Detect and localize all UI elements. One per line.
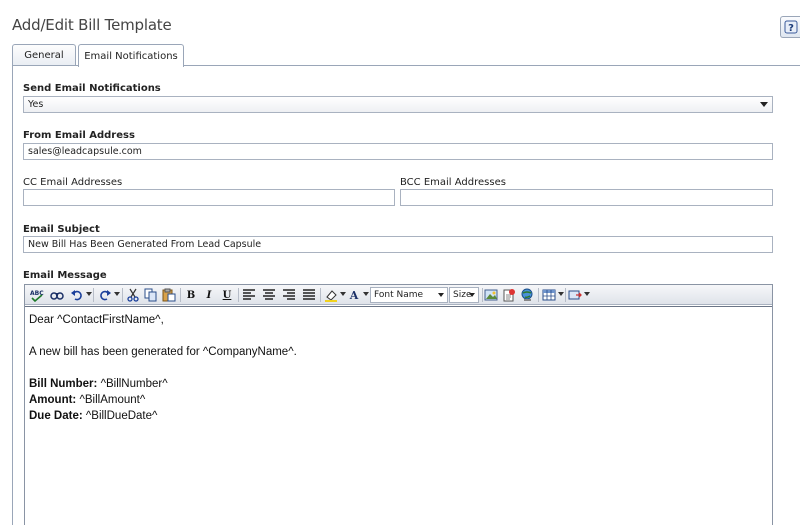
help-question-icon: ? bbox=[784, 20, 797, 34]
page-title: Add/Edit Bill Template bbox=[12, 16, 172, 34]
undo-icon[interactable] bbox=[69, 287, 85, 303]
amount-line: Amount: ^BillAmount^ bbox=[29, 392, 768, 408]
from-email-field[interactable]: sales@leadcapsule.com bbox=[23, 143, 773, 160]
align-right-icon[interactable] bbox=[281, 287, 297, 303]
justify-icon[interactable] bbox=[301, 287, 317, 303]
send-notifications-label: Send Email Notifications bbox=[23, 83, 161, 94]
send-notifications-select[interactable]: Yes bbox=[23, 96, 773, 113]
editor-toolbar: ABC B I U A Font Name Size bbox=[25, 285, 772, 305]
toolbar-separator bbox=[122, 288, 123, 302]
redo-icon[interactable] bbox=[97, 287, 113, 303]
table-dropdown-icon[interactable] bbox=[558, 292, 564, 296]
bcc-email-field[interactable] bbox=[400, 189, 773, 206]
font-size-select[interactable]: Size bbox=[449, 287, 479, 303]
bold-icon[interactable]: B bbox=[183, 287, 199, 303]
rich-text-editor: ABC B I U A Font Name Size Dear ^Contact… bbox=[24, 284, 773, 525]
spellcheck-icon[interactable]: ABC bbox=[29, 287, 45, 303]
bcc-email-label: BCC Email Addresses bbox=[400, 177, 506, 188]
cc-email-field[interactable] bbox=[23, 189, 395, 206]
find-replace-icon[interactable] bbox=[49, 287, 65, 303]
font-color-icon[interactable]: A bbox=[346, 287, 362, 303]
editor-content-area[interactable]: Dear ^ContactFirstName^, A new bill has … bbox=[25, 306, 772, 525]
svg-text:?: ? bbox=[788, 23, 794, 34]
due-date-label: Due Date: bbox=[29, 410, 83, 422]
image-manager-icon[interactable] bbox=[483, 287, 499, 303]
chevron-down-icon bbox=[438, 293, 444, 297]
help-button[interactable]: ? bbox=[780, 16, 800, 38]
due-date-line: Due Date: ^BillDueDate^ bbox=[29, 408, 768, 424]
paste-icon[interactable] bbox=[161, 287, 177, 303]
chevron-down-icon bbox=[760, 102, 768, 107]
font-name-value: Font Name bbox=[374, 290, 424, 300]
send-notifications-value: Yes bbox=[28, 99, 44, 110]
message-label: Email Message bbox=[23, 270, 107, 281]
toolbar-separator bbox=[180, 288, 181, 302]
bill-number-value: ^BillNumber^ bbox=[97, 378, 168, 390]
document-manager-icon[interactable] bbox=[501, 287, 517, 303]
bill-number-line: Bill Number: ^BillNumber^ bbox=[29, 376, 768, 392]
tab-email-notifications[interactable]: Email Notifications bbox=[78, 44, 184, 67]
copy-icon[interactable] bbox=[143, 287, 159, 303]
toolbar-separator bbox=[93, 288, 94, 302]
italic-icon[interactable]: I bbox=[201, 287, 217, 303]
from-email-label: From Email Address bbox=[23, 130, 135, 141]
chevron-down-icon bbox=[469, 293, 475, 297]
table-icon[interactable] bbox=[541, 287, 557, 303]
redo-dropdown-icon[interactable] bbox=[114, 292, 120, 296]
amount-value: ^BillAmount^ bbox=[76, 394, 146, 406]
insert-element-icon[interactable] bbox=[567, 287, 583, 303]
subject-label: Email Subject bbox=[23, 224, 100, 235]
toolbar-separator bbox=[565, 288, 566, 302]
toolbar-separator bbox=[320, 288, 321, 302]
font-color-dropdown-icon[interactable] bbox=[363, 292, 369, 296]
cc-email-label: CC Email Addresses bbox=[23, 177, 123, 188]
subject-field[interactable]: New Bill Has Been Generated From Lead Ca… bbox=[23, 236, 773, 253]
font-name-select[interactable]: Font Name bbox=[370, 287, 448, 303]
bill-number-label: Bill Number: bbox=[29, 378, 98, 390]
toolbar-separator bbox=[238, 288, 239, 302]
undo-dropdown-icon[interactable] bbox=[86, 292, 92, 296]
align-left-icon[interactable] bbox=[241, 287, 257, 303]
insert-element-dropdown-icon[interactable] bbox=[584, 292, 590, 296]
message-greeting: Dear ^ContactFirstName^, bbox=[29, 314, 164, 326]
message-line: A new bill has been generated for ^Compa… bbox=[29, 346, 297, 358]
amount-label: Amount: bbox=[29, 394, 77, 406]
due-date-value: ^BillDueDate^ bbox=[82, 410, 158, 422]
cut-icon[interactable] bbox=[125, 287, 141, 303]
toolbar-separator bbox=[538, 288, 539, 302]
tab-general[interactable]: General bbox=[12, 44, 76, 66]
hyperlink-icon[interactable] bbox=[519, 287, 535, 303]
highlight-icon[interactable] bbox=[323, 287, 339, 303]
align-center-icon[interactable] bbox=[261, 287, 277, 303]
underline-icon[interactable]: U bbox=[219, 287, 235, 303]
